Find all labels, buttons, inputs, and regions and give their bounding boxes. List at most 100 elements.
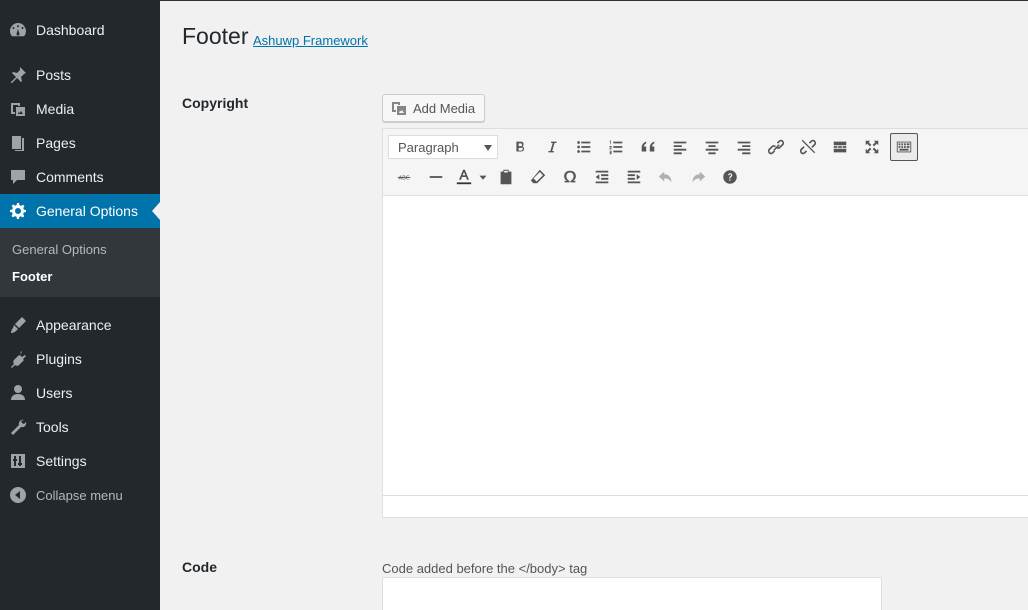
menu-appearance-label: Appearance: [36, 317, 112, 333]
menu-pages[interactable]: Pages: [0, 126, 160, 160]
menu-dashboard[interactable]: Dashboard: [0, 13, 160, 47]
strikethrough-icon: ABC: [397, 176, 411, 182]
menu-plugins-label: Plugins: [36, 351, 82, 367]
numbered-list-icon: [609, 140, 623, 155]
brush-icon: [0, 315, 36, 335]
plug-icon: [0, 349, 36, 369]
fullscreen-icon: [865, 140, 879, 154]
menu-settings-label: Settings: [36, 453, 87, 469]
menu-settings[interactable]: Settings: [0, 444, 160, 478]
clipboard-icon: [500, 169, 512, 185]
menu-comments[interactable]: Comments: [0, 160, 160, 194]
align-center-button[interactable]: [696, 133, 728, 161]
text-color-button[interactable]: [452, 163, 476, 191]
bullet-list-button[interactable]: [568, 133, 600, 161]
italic-icon: [548, 141, 557, 153]
add-media-button[interactable]: Add Media: [382, 94, 485, 122]
keyboard-shortcuts-button[interactable]: [714, 163, 746, 191]
format-select-value: Paragraph: [398, 139, 459, 155]
read-more-icon: [833, 141, 847, 153]
menu-media-label: Media: [36, 101, 75, 117]
insert-link-button[interactable]: [760, 133, 792, 161]
align-center-icon: [705, 141, 719, 155]
horizontal-line-button[interactable]: [420, 163, 452, 191]
outdent-icon: [595, 170, 609, 184]
align-left-button[interactable]: [664, 133, 696, 161]
code-textarea[interactable]: [382, 577, 882, 610]
dashboard-icon: [0, 20, 36, 40]
menu-users[interactable]: Users: [0, 376, 160, 410]
code-label: Code: [182, 559, 217, 575]
menu-pages-label: Pages: [36, 135, 76, 151]
redo-button[interactable]: [682, 163, 714, 191]
align-right-button[interactable]: [728, 133, 760, 161]
editor-toolbar: Paragraph ABC: [383, 129, 1028, 196]
gear-icon: [0, 201, 36, 221]
general-options-submenu: General Options Footer: [0, 228, 160, 297]
pages-icon: [0, 133, 36, 153]
undo-icon: [658, 171, 672, 183]
blockquote-icon: [641, 141, 655, 152]
page-title: Footer: [182, 23, 249, 49]
align-right-icon: [737, 141, 751, 155]
submenu-general-options[interactable]: General Options: [12, 242, 107, 257]
remove-link-button[interactable]: [792, 133, 824, 161]
outdent-button[interactable]: [586, 163, 618, 191]
collapse-menu-label: Collapse menu: [36, 487, 123, 503]
svg-text:ABC: ABC: [398, 176, 409, 182]
italic-button[interactable]: [536, 133, 568, 161]
toolbar-toggle-button[interactable]: [890, 133, 918, 161]
blockquote-button[interactable]: [632, 133, 664, 161]
editor-statusbar: [383, 495, 1028, 517]
undo-button[interactable]: [650, 163, 682, 191]
clear-formatting-button[interactable]: [522, 163, 554, 191]
indent-icon: [627, 170, 641, 184]
eraser-icon: [530, 169, 546, 184]
read-more-button[interactable]: [824, 133, 856, 161]
menu-users-label: Users: [36, 385, 73, 401]
chevron-down-icon: [484, 145, 492, 151]
horizontal-line-icon: [429, 176, 443, 178]
toolbar-row-2: ABC: [388, 163, 746, 191]
text-color-dropdown[interactable]: [476, 163, 490, 191]
menu-general-options[interactable]: General Options: [0, 194, 160, 228]
bullet-list-icon: [577, 141, 591, 153]
caret-down-icon: [479, 175, 487, 180]
copyright-editor: Paragraph ABC: [382, 128, 1028, 518]
menu-posts-label: Posts: [36, 67, 72, 83]
paste-text-button[interactable]: [490, 163, 522, 191]
pin-icon: [0, 65, 36, 85]
omega-icon: [564, 170, 576, 183]
link-icon: [767, 139, 785, 155]
menu-tools-label: Tools: [36, 419, 69, 435]
numbered-list-button[interactable]: [600, 133, 632, 161]
main-content: Footer Ashuwp Framework Copyright Add Me…: [160, 0, 1028, 610]
text-color-icon: [456, 169, 472, 185]
strikethrough-button[interactable]: ABC: [388, 163, 420, 191]
wrench-icon: [0, 417, 36, 437]
copyright-editor-content[interactable]: [383, 196, 1028, 496]
collapse-menu-button[interactable]: Collapse menu: [0, 478, 160, 512]
bold-button[interactable]: [504, 133, 536, 161]
user-icon: [0, 383, 36, 403]
format-select[interactable]: Paragraph: [388, 135, 498, 159]
add-media-label: Add Media: [413, 100, 476, 116]
submenu-footer[interactable]: Footer: [12, 269, 52, 284]
comments-icon: [0, 167, 36, 187]
menu-dashboard-label: Dashboard: [36, 22, 105, 38]
sliders-icon: [0, 451, 36, 471]
menu-posts[interactable]: Posts: [0, 58, 160, 92]
framework-link[interactable]: Ashuwp Framework: [253, 33, 368, 48]
menu-media[interactable]: Media: [0, 92, 160, 126]
menu-tools[interactable]: Tools: [0, 410, 160, 444]
menu-general-options-label: General Options: [36, 203, 138, 219]
menu-plugins[interactable]: Plugins: [0, 342, 160, 376]
fullscreen-button[interactable]: [856, 133, 888, 161]
indent-button[interactable]: [618, 163, 650, 191]
copyright-label: Copyright: [182, 95, 249, 111]
add-media-icon: [392, 102, 406, 115]
menu-appearance[interactable]: Appearance: [0, 308, 160, 342]
menu-comments-label: Comments: [36, 169, 104, 185]
redo-icon: [692, 171, 706, 183]
special-character-button[interactable]: [554, 163, 586, 191]
